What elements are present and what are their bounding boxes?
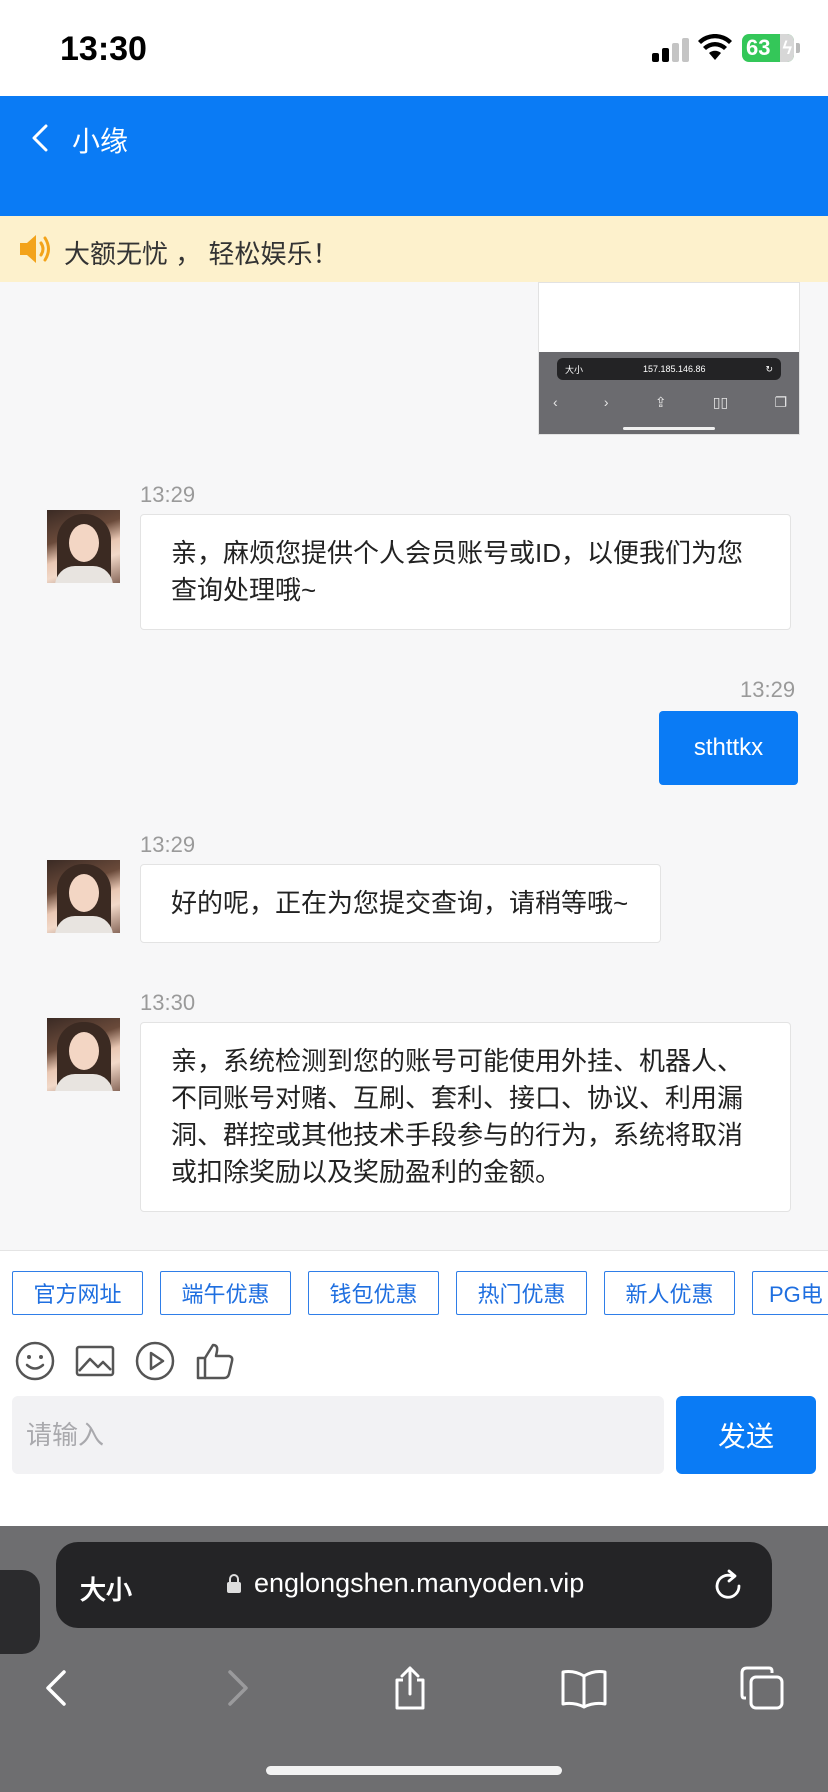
speaker-icon (20, 235, 50, 263)
previous-tab-edge[interactable] (0, 1570, 40, 1654)
quick-reply-chip[interactable]: 新人优惠 (604, 1271, 735, 1315)
agent-avatar[interactable] (47, 1018, 120, 1091)
browser-back-icon[interactable] (34, 1664, 82, 1712)
announcement-bar: 大额无忧 ， 轻松娱乐！ (0, 216, 828, 282)
browser-toolbar (0, 1646, 828, 1726)
message-composer: 发送 (0, 1394, 828, 1526)
status-bar: 13:30 63 ϟ (0, 0, 828, 96)
chat-toolbar (0, 1330, 828, 1394)
emoji-icon[interactable] (14, 1340, 56, 1382)
message-timestamp: 13:29 (140, 482, 196, 507)
attachment-share-icon: ⇪ (654, 394, 667, 410)
image-attachment[interactable]: 大小 157.185.146.86 ↻ ‹ › ⇪ ▯▯ ❐ (538, 282, 800, 435)
quick-reply-chip[interactable]: 端午优惠 (160, 1271, 291, 1315)
bookmarks-icon[interactable] (560, 1664, 608, 1712)
quick-reply-chip[interactable]: 官方网址 (12, 1271, 143, 1315)
share-icon[interactable] (386, 1664, 434, 1712)
attachment-tabs-icon: ❐ (774, 394, 787, 410)
battery-level: 63 (746, 35, 771, 60)
attachment-forward-icon: › (603, 394, 609, 410)
page-title: 小缘 (72, 126, 129, 157)
message-timestamp: 13:30 (140, 990, 196, 1015)
user-message-bubble: sthttkx (659, 711, 798, 785)
thumbs-up-icon[interactable] (194, 1340, 236, 1382)
message-input[interactable] (12, 1396, 664, 1474)
attachment-back-icon: ‹ (553, 394, 558, 410)
tabs-icon[interactable] (738, 1664, 786, 1712)
page-settings-button[interactable]: 大小 (80, 1570, 132, 1607)
status-time: 13:30 (60, 30, 147, 68)
attachment-size-label: 大小 (565, 364, 584, 375)
send-button[interactable]: 发送 (676, 1396, 816, 1474)
announcement-text: 大额无忧 ， 轻松娱乐！ (64, 239, 339, 269)
quick-replies: 官方网址 端午优惠 钱包优惠 热门优惠 新人优惠 PG电 (0, 1250, 828, 1330)
attachment-url: 157.185.146.86 (642, 364, 706, 374)
reload-icon[interactable] (708, 1566, 748, 1606)
lock-icon (227, 1574, 241, 1593)
quick-reply-chip[interactable]: PG电 (752, 1271, 828, 1315)
battery-icon: 63 ϟ (742, 34, 800, 62)
app-header: 小缘 (0, 96, 828, 216)
agent-message-bubble: 亲，麻烦您提供个人会员账号或ID，以便我们为您查询处理哦~ (140, 514, 791, 630)
agent-avatar[interactable] (47, 510, 120, 583)
address-bar[interactable]: 大小 englongshen.manyoden.vip (56, 1542, 772, 1628)
agent-message-bubble: 亲，系统检测到您的账号可能使用外挂、机器人、不同账号对赌、互刷、套利、接口、协议… (140, 1022, 791, 1212)
quick-reply-chip[interactable]: 钱包优惠 (308, 1271, 439, 1315)
quick-reply-chip[interactable]: 热门优惠 (456, 1271, 587, 1315)
browser-forward-icon[interactable] (212, 1664, 260, 1712)
wifi-icon (698, 34, 732, 60)
cellular-signal-icon (652, 38, 690, 62)
agent-avatar[interactable] (47, 860, 120, 933)
message-timestamp: 13:29 (140, 832, 196, 857)
video-icon[interactable] (134, 1340, 176, 1382)
home-indicator (266, 1766, 562, 1775)
browser-chrome: 大小 englongshen.manyoden.vip (0, 1526, 828, 1792)
agent-message-bubble: 好的呢，正在为您提交查询，请稍等哦~ (140, 864, 661, 943)
back-button[interactable] (22, 118, 62, 158)
url-text[interactable]: englongshen.manyoden.vip (254, 1568, 584, 1599)
message-timestamp: 13:29 (740, 677, 796, 702)
attachment-book-icon: ▯▯ (712, 394, 729, 410)
attachment-reload-icon: ↻ (765, 363, 773, 374)
image-icon[interactable] (74, 1340, 116, 1382)
chat-messages[interactable]: 大小 157.185.146.86 ↻ ‹ › ⇪ ▯▯ ❐ 13:29 亲，麻… (0, 282, 828, 1250)
